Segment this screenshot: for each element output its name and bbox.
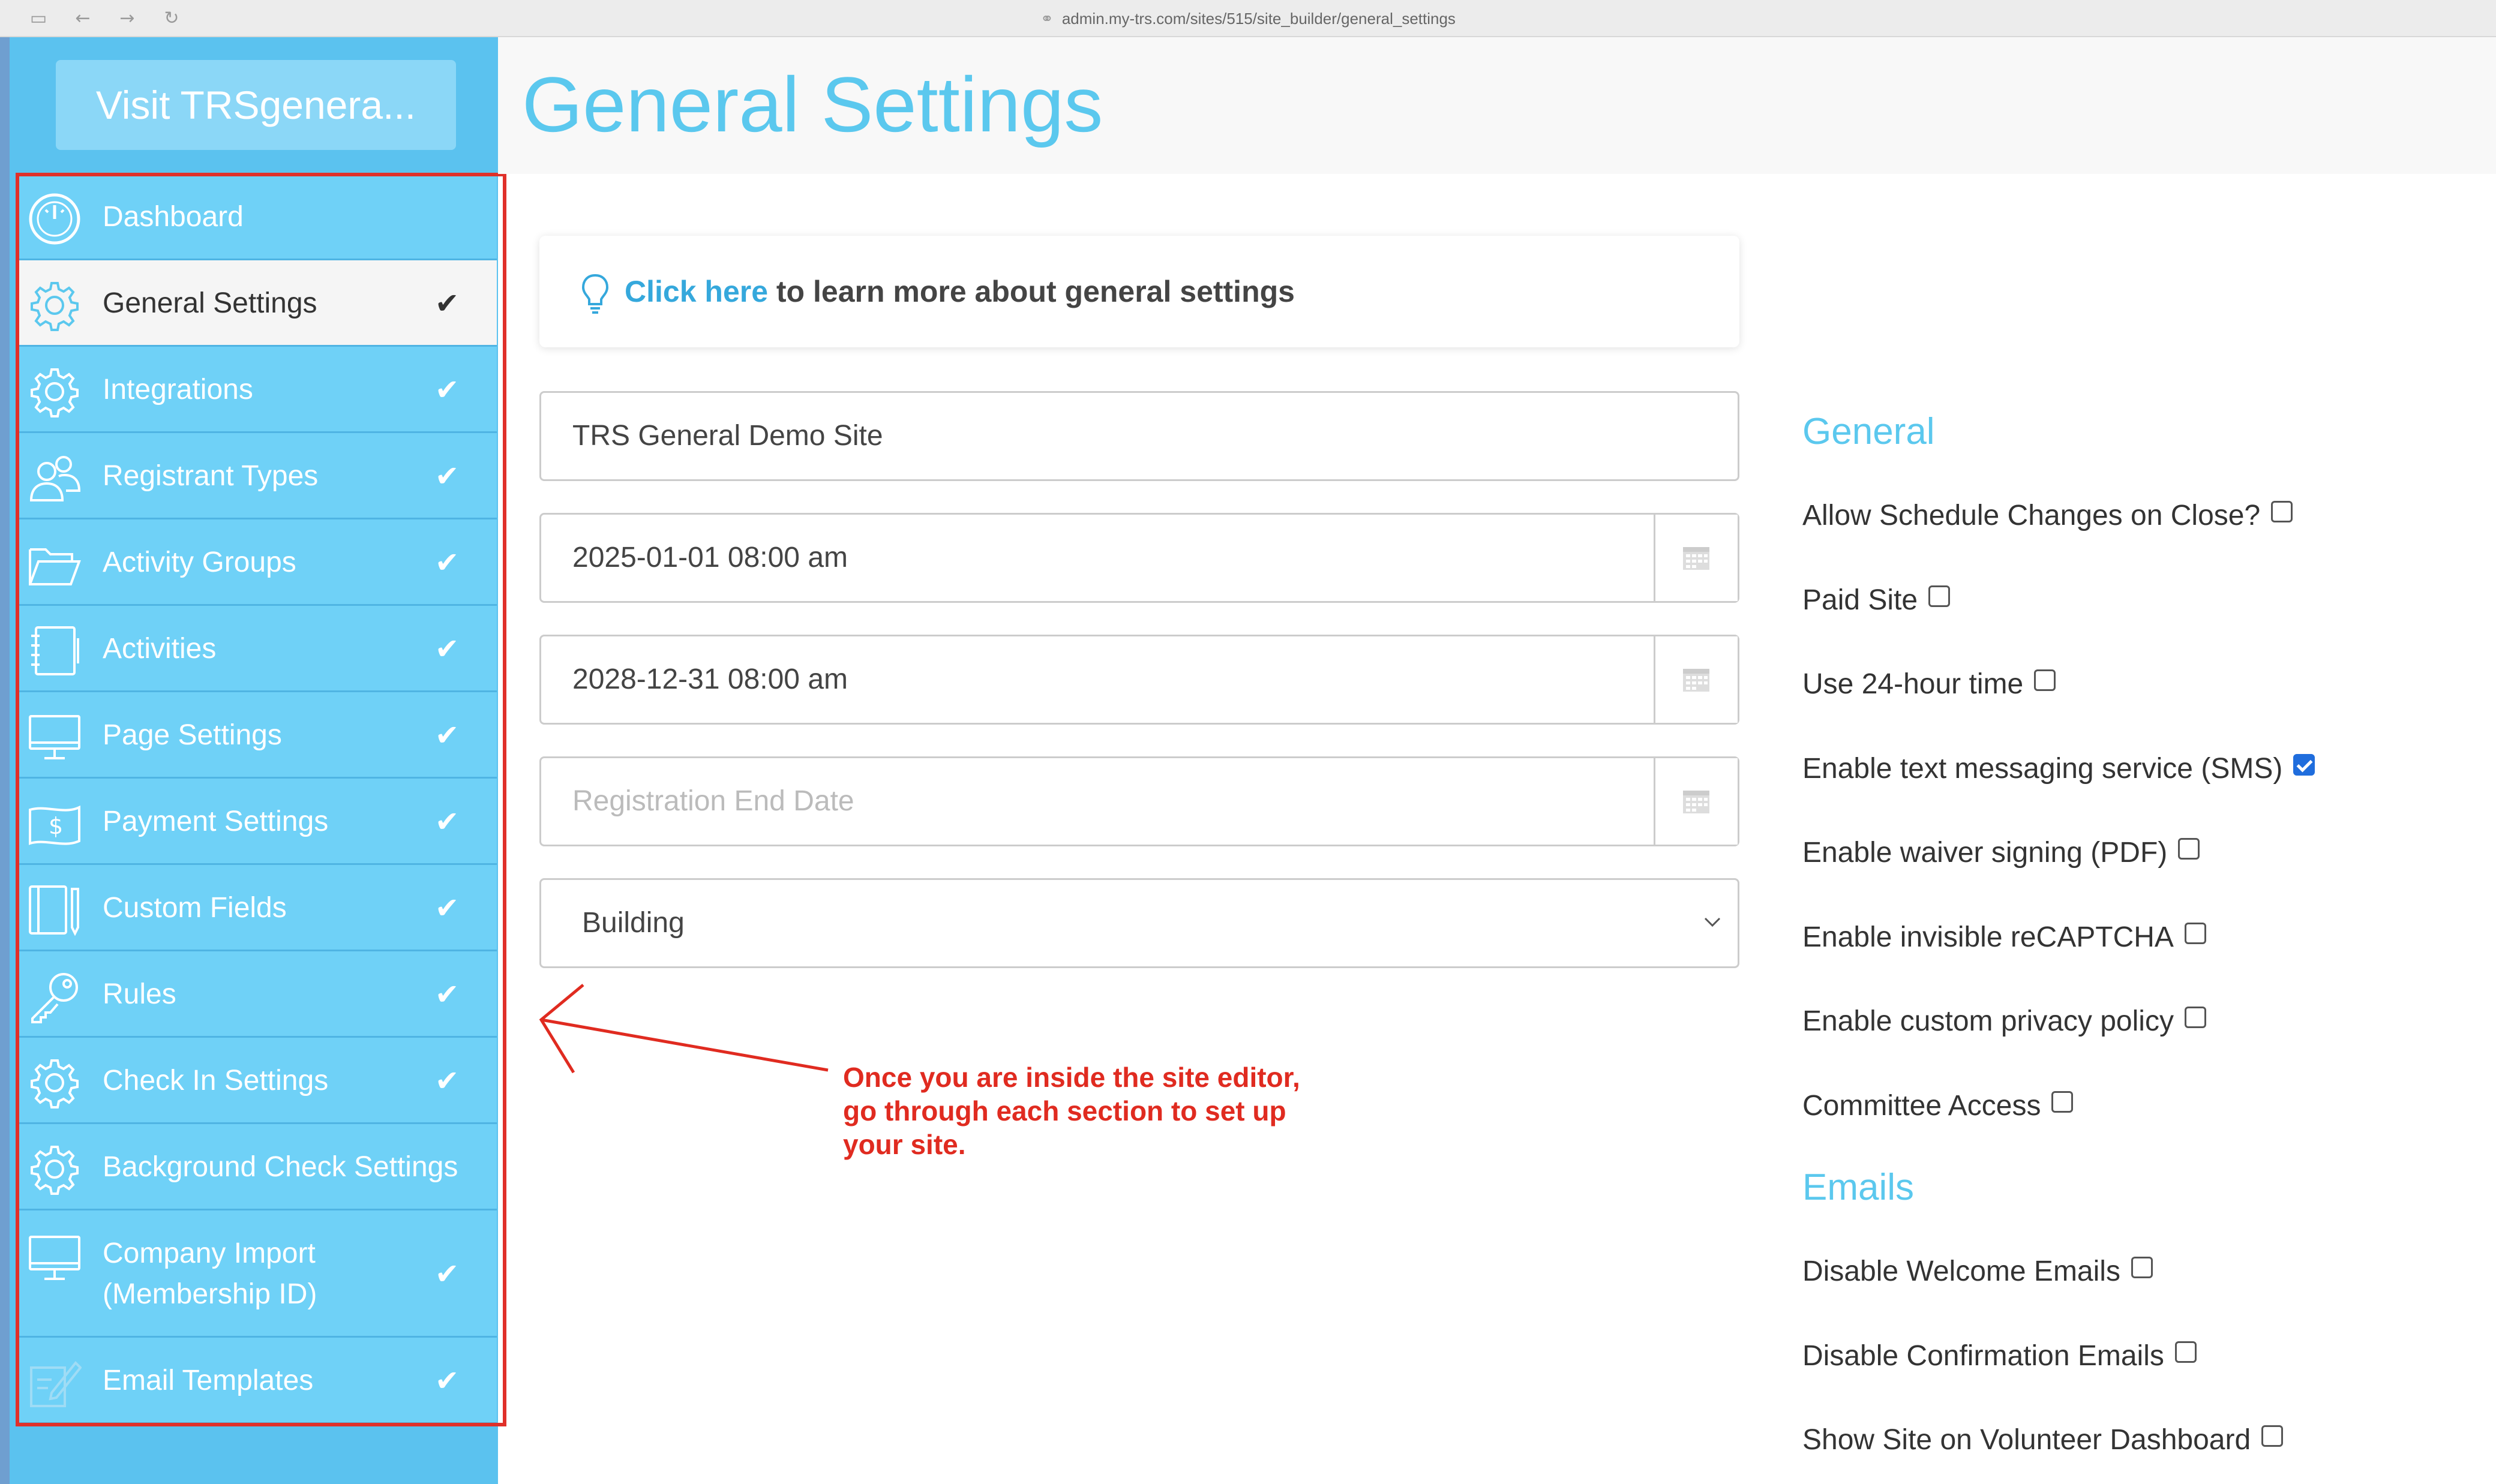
annotation-text: Once you are inside the site editor, go … [843, 1061, 1300, 1161]
start-date-calendar-button[interactable] [1654, 515, 1738, 601]
enable-custom-privacy-policy-checkbox[interactable] [2184, 1007, 2206, 1028]
site-status-select[interactable]: Building [539, 878, 1739, 968]
browser-toolbar: ▭ ← → ↻ ⚭ admin.my-trs.com/sites/515/site… [0, 0, 2496, 37]
annotation-highlight-box [16, 173, 506, 1426]
option-label: Disable Welcome Emails [1802, 1255, 2120, 1287]
annotation-line: your site. [843, 1129, 966, 1160]
annotation-line: Once you are inside the site editor, [843, 1062, 1300, 1093]
email-option-disable-welcome-emails: Disable Welcome Emails [1802, 1254, 2153, 1290]
disable-confirmation-emails-checkbox[interactable] [2174, 1341, 2197, 1363]
paid-site-checkbox[interactable] [1928, 585, 1951, 607]
end-date-calendar-button[interactable] [1654, 636, 1738, 723]
committee-access-checkbox[interactable] [2051, 1091, 2074, 1113]
info-text: Click here to learn more about general s… [625, 236, 1295, 347]
visit-site-button[interactable]: Visit TRSgenera... [56, 60, 456, 150]
option-label: Committee Access [1802, 1089, 2041, 1122]
show-site-on-volunteer-dashboard-checkbox[interactable] [2261, 1425, 2284, 1447]
end-date-value: 2028-12-31 08:00 am [572, 663, 848, 695]
option-label: Paid Site [1802, 584, 1918, 616]
page-title: General Settings [522, 61, 1103, 148]
link-icon: ⚭ [1040, 10, 1054, 28]
email-option-disable-confirmation-emails: Disable Confirmation Emails [1802, 1338, 2197, 1374]
general-option-enable-waiver-signing-pdf: Enable waiver signing (PDF) [1802, 835, 2200, 871]
site-status-value: Building [582, 907, 685, 939]
option-label: Enable custom privacy policy [1802, 1005, 2174, 1037]
general-option-paid-site: Paid Site [1802, 582, 1951, 618]
address-bar[interactable]: ⚭ admin.my-trs.com/sites/515/site_builder… [0, 8, 2496, 29]
start-date-field[interactable]: 2025-01-01 08:00 am [539, 513, 1739, 603]
emails-section-heading: Emails [1802, 1167, 1915, 1208]
disable-welcome-emails-checkbox[interactable] [2131, 1257, 2153, 1278]
calendar-icon [1683, 669, 1709, 692]
option-label: Show Site on Volunteer Dashboard [1802, 1424, 2251, 1456]
general-option-enable-custom-privacy-policy: Enable custom privacy policy [1802, 1004, 2206, 1040]
calendar-icon [1683, 791, 1709, 813]
chevron-down-icon [1704, 917, 1721, 927]
enable-invisible-recaptcha-checkbox[interactable] [2184, 922, 2206, 944]
email-option-show-site-on-volunteer-dashboard: Show Site on Volunteer Dashboard [1802, 1422, 2284, 1458]
calendar-icon [1683, 547, 1709, 570]
allow-schedule-changes-on-close-checkbox[interactable] [2271, 501, 2293, 522]
option-label: Enable text messaging service (SMS) [1802, 752, 2283, 785]
general-option-committee-access: Committee Access [1802, 1088, 2074, 1124]
registration-end-calendar-button[interactable] [1654, 758, 1738, 845]
general-option-enable-invisible-recaptcha: Enable invisible reCAPTCHA [1802, 920, 2206, 956]
annotation-line: go through each section to set up [843, 1095, 1286, 1126]
end-date-field[interactable]: 2028-12-31 08:00 am [539, 635, 1739, 725]
page-header: General Settings [498, 37, 2496, 174]
registration-end-date-placeholder: Registration End Date [572, 785, 854, 817]
sidebar-edge [0, 37, 10, 1484]
learn-more-link[interactable]: Click here [625, 275, 768, 308]
use-24-hour-time-checkbox[interactable] [2034, 669, 2056, 691]
info-card: Click here to learn more about general s… [539, 236, 1739, 347]
general-option-use-24-hour-time: Use 24-hour time [1802, 666, 2056, 702]
info-rest-text: to learn more about general settings [768, 275, 1295, 308]
general-option-allow-schedule-changes-on-close: Allow Schedule Changes on Close? [1802, 498, 2293, 534]
option-label: Use 24-hour time [1802, 668, 2024, 700]
general-section-heading: General [1802, 411, 1935, 452]
option-label: Allow Schedule Changes on Close? [1802, 500, 2261, 531]
option-label: Disable Confirmation Emails [1802, 1339, 2164, 1372]
registration-end-date-field[interactable]: Registration End Date [539, 756, 1739, 846]
enable-waiver-signing-pdf-checkbox[interactable] [2178, 838, 2200, 860]
general-option-enable-text-messaging-service-sms: Enable text messaging service (SMS) [1802, 751, 2315, 787]
annotation-arrow [539, 984, 829, 1074]
site-name-field[interactable]: TRS General Demo Site [539, 391, 1739, 481]
option-label: Enable invisible reCAPTCHA [1802, 921, 2174, 953]
site-name-value: TRS General Demo Site [572, 420, 883, 452]
start-date-value: 2025-01-01 08:00 am [572, 542, 848, 573]
enable-text-messaging-service-sms-checkbox[interactable] [2293, 753, 2315, 776]
lightbulb-icon [581, 274, 609, 314]
address-bar-url: admin.my-trs.com/sites/515/site_builder/… [1061, 10, 1456, 28]
option-label: Enable waiver signing (PDF) [1802, 837, 2168, 869]
